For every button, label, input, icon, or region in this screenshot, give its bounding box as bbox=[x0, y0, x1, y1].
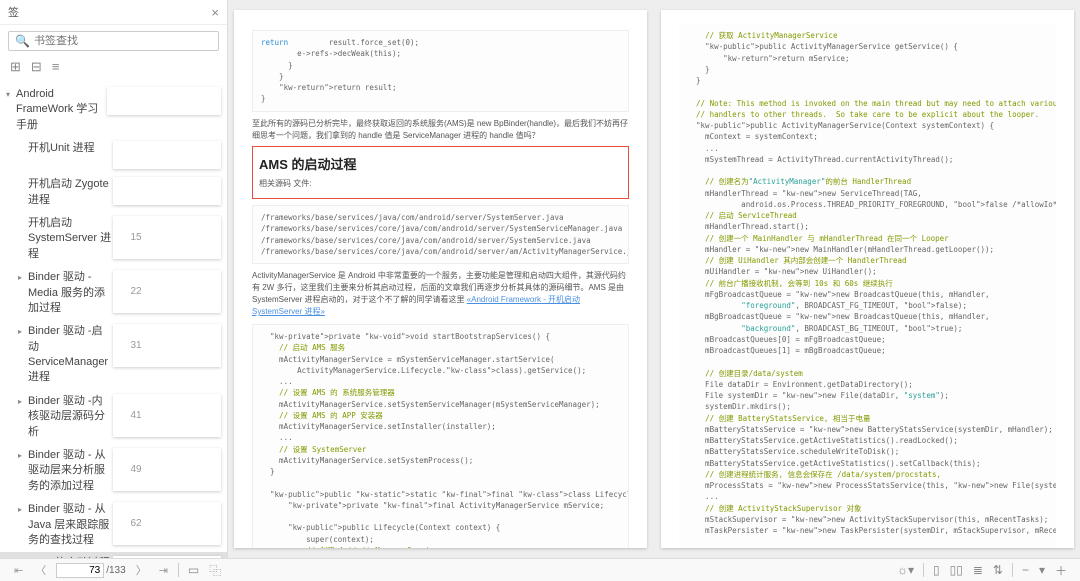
bookmark-page: 41 bbox=[113, 394, 222, 437]
bookmark-label: Binder 驱动 -内核驱动层源码分析 bbox=[28, 394, 113, 440]
zoom-level-button[interactable]: ▾ bbox=[1034, 563, 1050, 577]
sidebar-header: 签 × bbox=[0, 0, 227, 25]
view-mode-icon[interactable]: ▭ bbox=[183, 563, 204, 577]
continuous-icon[interactable]: ≣ bbox=[968, 563, 988, 577]
code-block-main: "kw-private">private "kw-void">void star… bbox=[252, 324, 629, 548]
zoom-out-icon[interactable]: − bbox=[1017, 563, 1034, 577]
disclosure-arrow-icon[interactable]: ▸ bbox=[18, 327, 28, 336]
bookmark-page bbox=[107, 87, 222, 115]
bottom-toolbar: ⇤ 〈 /133 〉 ⇥ ▭ ⿻ ☼▾ ▯ ▯▯ ≣ ⇅ − ▾ ＋ bbox=[0, 558, 1080, 581]
bookmark-item[interactable]: 开机Unit 进程 bbox=[0, 137, 227, 173]
bookmark-label: Binder 驱动 - 从 Java 层来跟踪服务的查找过程 bbox=[28, 502, 113, 548]
disclosure-arrow-icon[interactable]: ▸ bbox=[18, 505, 28, 514]
page-number-input[interactable] bbox=[56, 563, 104, 578]
code-block: return result.force_set(0); e->refs->dec… bbox=[252, 30, 629, 112]
bookmark-tree[interactable]: ▾Android FrameWork 学习手册开机Unit 进程开机启动 Zyg… bbox=[0, 81, 227, 558]
page-layout-icon[interactable]: ⿻ bbox=[204, 562, 226, 579]
bookmark-item[interactable]: 开机启动 SystemServer 进程15 bbox=[0, 212, 227, 266]
bookmark-item[interactable]: ▸Binder 驱动 - 从 Java 层来跟踪服务的查找过程62 bbox=[0, 498, 227, 552]
bookmark-page: 15 bbox=[113, 216, 222, 259]
bookmark-item[interactable]: 开机启动 Zygote 进程 bbox=[0, 173, 227, 212]
section-heading: AMS 的启动过程 bbox=[259, 155, 622, 175]
bookmark-label: 开机启动 Zygote 进程 bbox=[28, 177, 113, 208]
page-total-label: /133 bbox=[106, 565, 125, 576]
single-page-icon[interactable]: ▯ bbox=[928, 563, 945, 577]
search-input[interactable] bbox=[34, 35, 212, 47]
bookmark-label: 开机Unit 进程 bbox=[28, 141, 113, 156]
bookmark-page: 49 bbox=[113, 448, 222, 491]
code-block-right: // 获取 ActivityManagerService "kw-public"… bbox=[679, 24, 1056, 548]
bookmark-item[interactable]: ▸Binder 驱动 - 从驱动层来分析服务的添加过程49 bbox=[0, 444, 227, 498]
disclosure-arrow-icon[interactable]: ▾ bbox=[6, 90, 16, 99]
bookmark-page: 31 bbox=[113, 324, 222, 367]
expand-icon[interactable]: ⊞ bbox=[10, 59, 21, 75]
scroll-icon[interactable]: ⇅ bbox=[988, 563, 1008, 577]
bookmark-label: 开机启动 SystemServer 进程 bbox=[28, 216, 113, 262]
bookmark-label: Binder 驱动 -Media 服务的添加过程 bbox=[28, 270, 113, 316]
close-icon[interactable]: × bbox=[211, 5, 219, 20]
bookmark-item[interactable]: ▾Android FrameWork 学习手册 bbox=[0, 83, 227, 137]
sidebar-toolbar: ⊞ ⊟ ≡ bbox=[0, 57, 227, 81]
paragraph: 至此所有的源码已分析完毕，最终获取返回的系统服务(AMS)是 new BpBin… bbox=[252, 118, 629, 142]
next-page-button[interactable]: 〉 bbox=[130, 562, 153, 578]
collapse-icon[interactable]: ⊟ bbox=[31, 59, 42, 75]
bookmark-item[interactable]: ▸Binder 驱动 -内核驱动层源码分析41 bbox=[0, 390, 227, 444]
bookmark-page: 62 bbox=[113, 502, 222, 545]
tree-icon[interactable]: ≡ bbox=[52, 59, 60, 75]
sidebar-tab-label[interactable]: 签 bbox=[8, 4, 211, 20]
bookmark-page bbox=[113, 177, 222, 205]
bookmark-page: 22 bbox=[113, 270, 222, 313]
search-box: 🔍 bbox=[8, 31, 219, 51]
sub-heading: 相关源码 文件: bbox=[259, 178, 622, 190]
brightness-icon[interactable]: ☼▾ bbox=[892, 563, 919, 577]
zoom-in-icon[interactable]: ＋ bbox=[1050, 562, 1072, 579]
bookmarks-sidebar: 签 × 🔍 ⊞ ⊟ ≡ ▾Android FrameWork 学习手册开机Uni… bbox=[0, 0, 228, 558]
disclosure-arrow-icon[interactable]: ▸ bbox=[18, 397, 28, 406]
page-left: return result.force_set(0); e->refs->dec… bbox=[234, 10, 647, 548]
bookmark-label: Binder 驱动 - 从驱动层来分析服务的添加过程 bbox=[28, 448, 113, 494]
document-viewport[interactable]: return result.force_set(0); e->refs->dec… bbox=[228, 0, 1080, 558]
bookmark-page bbox=[113, 141, 222, 169]
bookmark-item[interactable]: ▸Binder 驱动 -Media 服务的添加过程22 bbox=[0, 266, 227, 320]
disclosure-arrow-icon[interactable]: ▸ bbox=[18, 451, 28, 460]
search-icon: 🔍 bbox=[15, 34, 30, 48]
paragraph: ActivityManagerService 是 Android 中非常重要的一… bbox=[252, 270, 629, 318]
page-right: // 获取 ActivityManagerService "kw-public"… bbox=[661, 10, 1074, 548]
bookmark-label: Android FrameWork 学习手册 bbox=[16, 87, 107, 133]
bookmark-item[interactable]: ▸Binder 驱动 -启动 ServiceManager 进程31 bbox=[0, 320, 227, 390]
highlighted-section: AMS 的启动过程 相关源码 文件: bbox=[252, 146, 629, 200]
bookmark-label: Binder 驱动 -启动 ServiceManager 进程 bbox=[28, 324, 113, 386]
disclosure-arrow-icon[interactable]: ▸ bbox=[18, 273, 28, 282]
file-list-block: /frameworks/base/services/java/com/andro… bbox=[252, 205, 629, 264]
two-page-icon[interactable]: ▯▯ bbox=[945, 563, 968, 577]
first-page-button[interactable]: ⇤ bbox=[8, 564, 29, 577]
last-page-button[interactable]: ⇥ bbox=[153, 564, 174, 577]
prev-page-button[interactable]: 〈 bbox=[29, 562, 52, 578]
